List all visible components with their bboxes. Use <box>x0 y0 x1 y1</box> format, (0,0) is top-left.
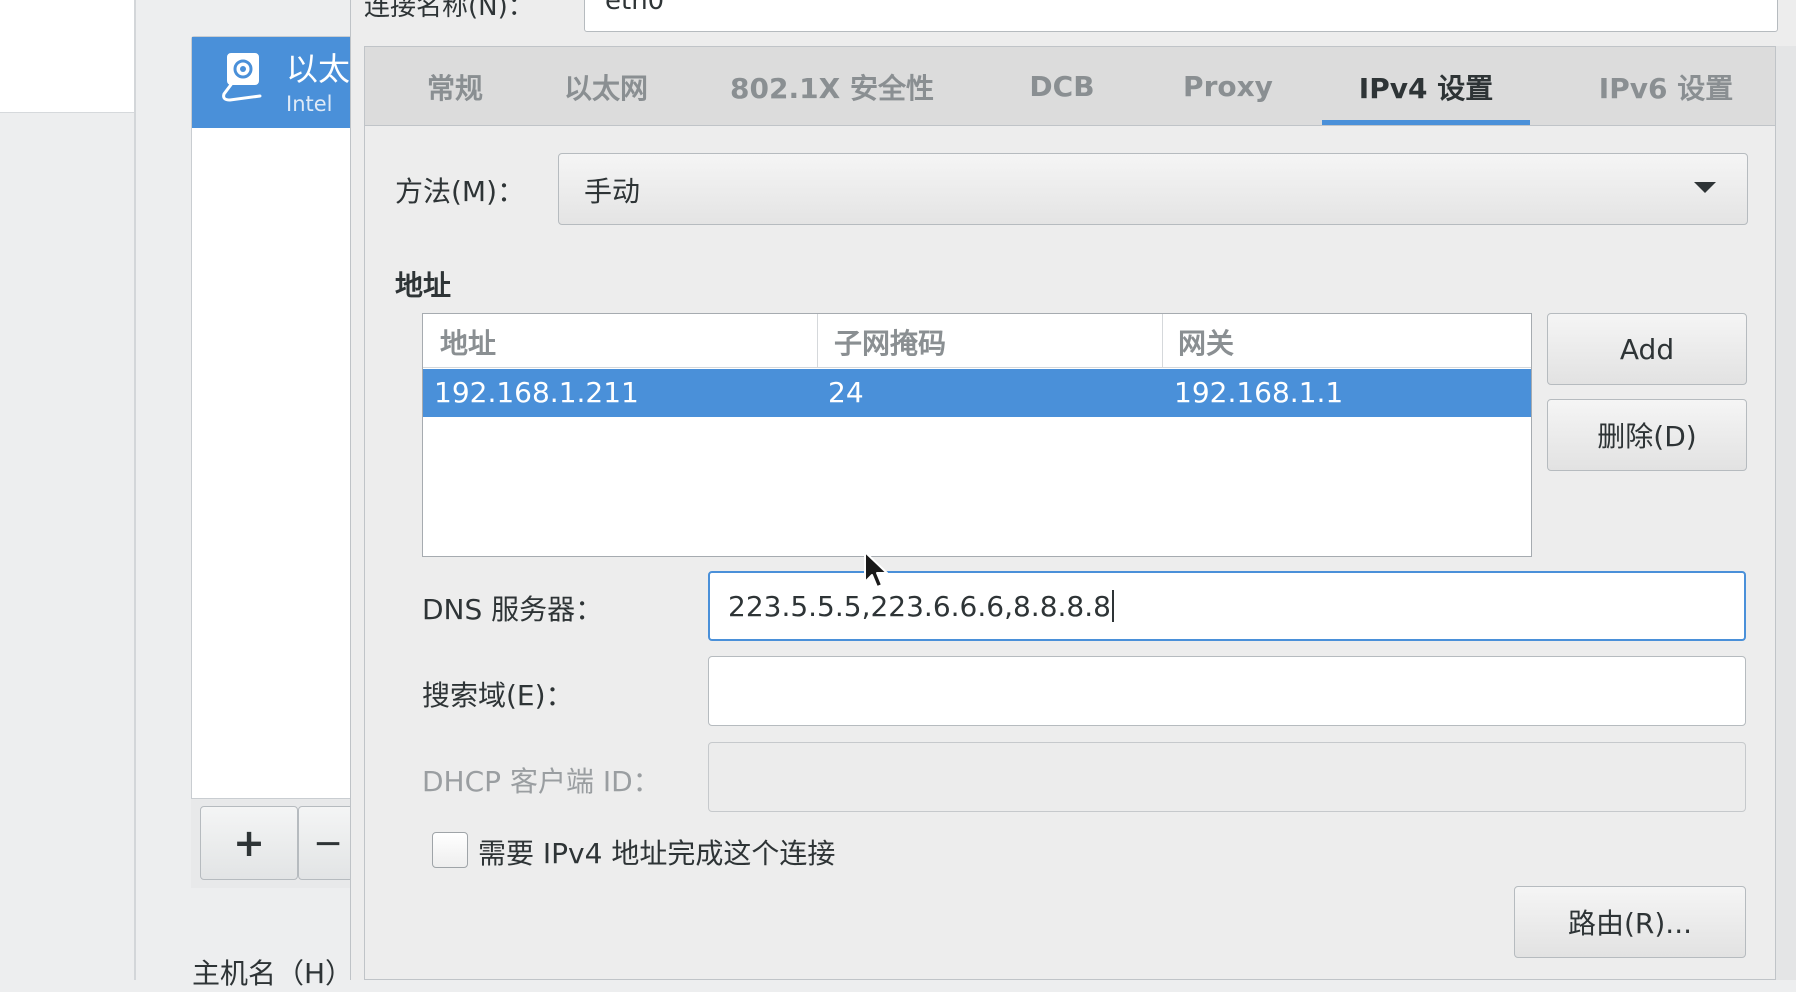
add-connection-button[interactable]: + <box>200 806 298 880</box>
add-address-button[interactable]: Add <box>1547 313 1747 385</box>
active-tab-indicator <box>1322 120 1530 125</box>
connection-name-label: 连接名称(N)： <box>364 0 534 22</box>
remove-connection-button[interactable]: − <box>298 806 358 880</box>
divider <box>0 112 135 113</box>
tab-dcb[interactable]: DCB <box>1012 47 1112 126</box>
tab-proxy[interactable]: Proxy <box>1162 47 1294 126</box>
text-caret <box>1111 590 1114 622</box>
search-domains-label: 搜索域(E)： <box>422 679 574 712</box>
tab-ipv6-settings[interactable]: IPv6 设置 <box>1562 47 1770 126</box>
tab-general[interactable]: 常规 <box>398 47 512 126</box>
method-dropdown[interactable] <box>558 153 1748 225</box>
column-header-netmask[interactable]: 子网掩码 <box>834 322 946 362</box>
cell-netmask[interactable]: 24 <box>828 376 864 409</box>
search-domains-input[interactable] <box>708 656 1746 726</box>
dns-servers-value: 223.5.5.5,223.6.6.6,8.8.8.8 <box>728 589 1111 623</box>
connection-name-input[interactable]: eth0 <box>584 0 1778 32</box>
dhcp-client-id-label: DHCP 客户端 ID： <box>422 765 661 798</box>
dropdown-arrow-icon <box>1694 182 1716 193</box>
background-panel <box>0 0 135 112</box>
dialog-right-edge <box>1776 46 1796 980</box>
method-value: 手动 <box>584 175 641 208</box>
column-header-gateway[interactable]: 网关 <box>1178 322 1234 362</box>
mouse-cursor-icon <box>864 551 888 588</box>
tab-ipv4-settings[interactable]: IPv4 设置 <box>1322 47 1530 126</box>
column-separator <box>817 314 818 368</box>
delete-address-button[interactable]: 删除(D) <box>1547 399 1747 471</box>
connection-device: Intel <box>286 92 333 116</box>
sidebar-edge <box>134 0 136 980</box>
cell-address[interactable]: 192.168.1.211 <box>434 376 639 409</box>
column-header-address[interactable]: 地址 <box>440 322 496 362</box>
table-header <box>423 314 1531 368</box>
require-ipv4-label[interactable]: 需要 IPv4 地址完成这个连接 <box>478 832 835 872</box>
require-ipv4-checkbox[interactable] <box>432 832 468 868</box>
address-section-title: 地址 <box>395 269 452 302</box>
dns-servers-label: DNS 服务器： <box>422 593 604 626</box>
dhcp-client-id-input <box>708 742 1746 812</box>
hostname-label: 主机名（H） <box>192 957 354 990</box>
connection-name: 以太 <box>286 50 351 88</box>
column-separator <box>1162 314 1163 368</box>
cell-gateway[interactable]: 192.168.1.1 <box>1174 376 1343 409</box>
method-label: 方法(M)： <box>395 175 526 208</box>
routes-button[interactable]: 路由(R)... <box>1514 886 1746 958</box>
tab-8021x-security[interactable]: 802.1X 安全性 <box>706 47 958 126</box>
tab-ethernet[interactable]: 以太网 <box>538 47 674 126</box>
ethernet-icon <box>222 53 262 102</box>
connection-list <box>191 36 361 888</box>
